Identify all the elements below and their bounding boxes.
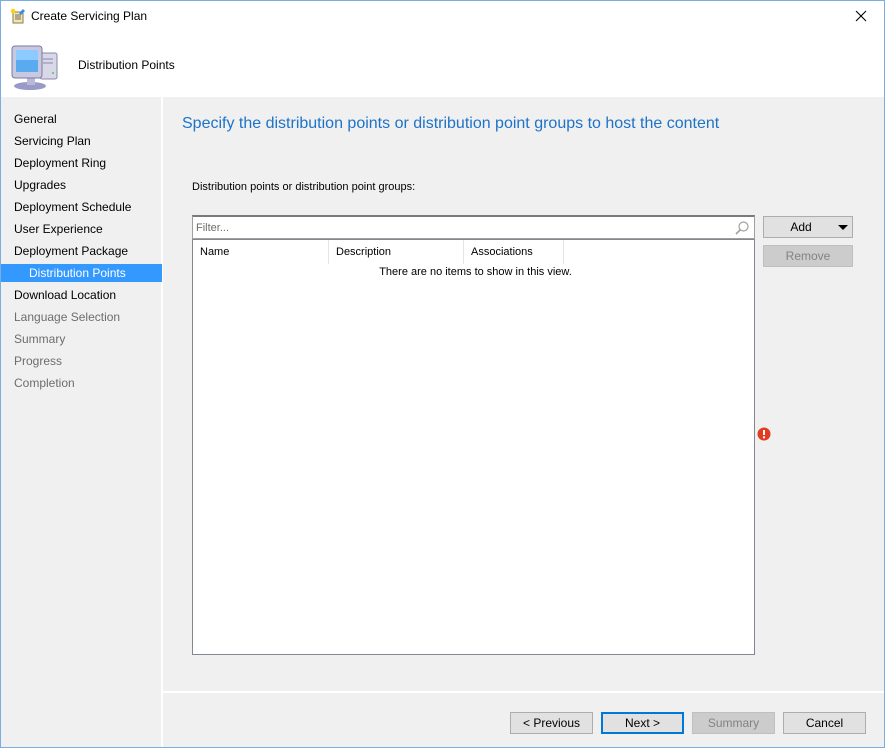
sidebar-item-deployment-package[interactable]: Deployment Package	[1, 242, 162, 260]
column-header-associations[interactable]: Associations	[464, 240, 564, 264]
close-icon	[855, 10, 867, 22]
sidebar-item-language-selection: Language Selection	[14, 310, 121, 324]
add-button[interactable]: Add	[763, 216, 853, 238]
wizard-icon	[10, 8, 26, 24]
next-button[interactable]: Next >	[601, 712, 684, 734]
empty-list-message: There are no items to show in this view.	[379, 266, 572, 278]
sidebar-item-user-experience[interactable]: User Experience	[1, 220, 162, 238]
cancel-button[interactable]: Cancel	[783, 712, 866, 734]
filter-box	[192, 215, 755, 239]
sidebar-item-deployment-schedule[interactable]: Deployment Schedule	[1, 198, 162, 216]
search-icon[interactable]	[734, 220, 750, 236]
filter-input[interactable]	[196, 219, 726, 237]
error-icon	[757, 427, 771, 441]
dropdown-arrow-icon	[838, 225, 848, 230]
sidebar-item-download-location[interactable]: Download Location	[1, 286, 162, 304]
sidebar-item-summary: Summary	[14, 332, 66, 346]
main-content: Specify the distribution points or distr…	[163, 97, 884, 691]
wizard-steps-nav: General Servicing Plan Deployment Ring Upgr…	[1, 97, 162, 747]
sidebar-item-servicing-plan[interactable]: Servicing Plan	[1, 132, 162, 150]
window-title: Create Servicing Plan	[31, 9, 148, 23]
page-heading: Specify the distribution points or distr…	[182, 115, 720, 132]
computer-icon	[10, 41, 60, 91]
page-header: Distribution Points	[1, 32, 884, 97]
wizard-footer: < Previous Next > Summary Cancel	[163, 692, 884, 747]
list-label: Distribution points or distribution poin…	[192, 181, 416, 193]
title-bar: Create Servicing Plan	[1, 1, 884, 32]
summary-button[interactable]: Summary	[692, 712, 775, 734]
column-header-description[interactable]: Description	[329, 240, 464, 264]
column-header-name[interactable]: Name	[193, 240, 329, 264]
remove-button[interactable]: Remove	[763, 245, 853, 267]
sidebar-item-progress: Progress	[14, 354, 63, 368]
wizard-window: Create Servicing Plan Distribution Point…	[0, 0, 885, 748]
sidebar-item-completion: Completion	[14, 376, 75, 390]
previous-button[interactable]: < Previous	[510, 712, 593, 734]
sidebar-item-distribution-points[interactable]: Distribution Points	[1, 264, 162, 282]
page-header-title: Distribution Points	[78, 58, 175, 72]
sidebar-item-deployment-ring[interactable]: Deployment Ring	[1, 154, 162, 172]
sidebar-item-general[interactable]: General	[1, 110, 162, 128]
close-button[interactable]	[838, 1, 884, 31]
sidebar-item-upgrades[interactable]: Upgrades	[1, 176, 162, 194]
distribution-points-list[interactable]: Name Description Associations There are …	[192, 239, 755, 655]
add-button-label: Add	[790, 220, 812, 234]
